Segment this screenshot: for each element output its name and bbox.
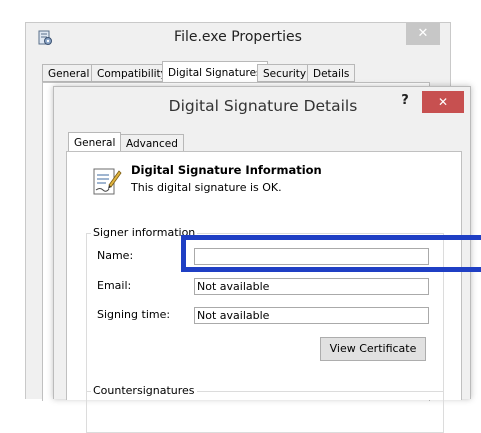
signature-info-heading: Digital Signature Information (131, 163, 322, 177)
signature-status-text: This digital signature is OK. (131, 181, 282, 194)
dialog-tab-panel: Digital Signature Information This digit… (66, 151, 462, 433)
tab-general[interactable]: General (42, 64, 96, 82)
tab-compatibility[interactable]: Compatibility (91, 64, 173, 82)
outer-close-button[interactable]: ✕ (406, 23, 440, 45)
dialog-tab-general[interactable]: General (68, 132, 122, 152)
signing-time-field[interactable]: Not available (194, 307, 429, 324)
view-certificate-button[interactable]: View Certificate (320, 337, 426, 361)
name-field-highlight (181, 235, 481, 272)
tab-details[interactable]: Details (307, 64, 356, 82)
email-field[interactable]: Not available (194, 278, 429, 295)
dialog-close-button[interactable]: ✕ (422, 91, 464, 113)
help-button[interactable]: ? (398, 93, 412, 108)
tab-security[interactable]: Security (257, 64, 313, 82)
dialog-tab-advanced[interactable]: Advanced (120, 134, 184, 152)
tab-digital-signatures[interactable]: Digital Signatures (162, 61, 268, 83)
name-label: Name: (97, 249, 134, 262)
certificate-document-icon (92, 165, 122, 197)
outer-window-title: File.exe Properties (174, 29, 302, 45)
countersignatures-label: Countersignatures (91, 384, 197, 397)
signing-time-label: Signing time: (97, 308, 171, 321)
email-label: Email: (97, 279, 132, 292)
